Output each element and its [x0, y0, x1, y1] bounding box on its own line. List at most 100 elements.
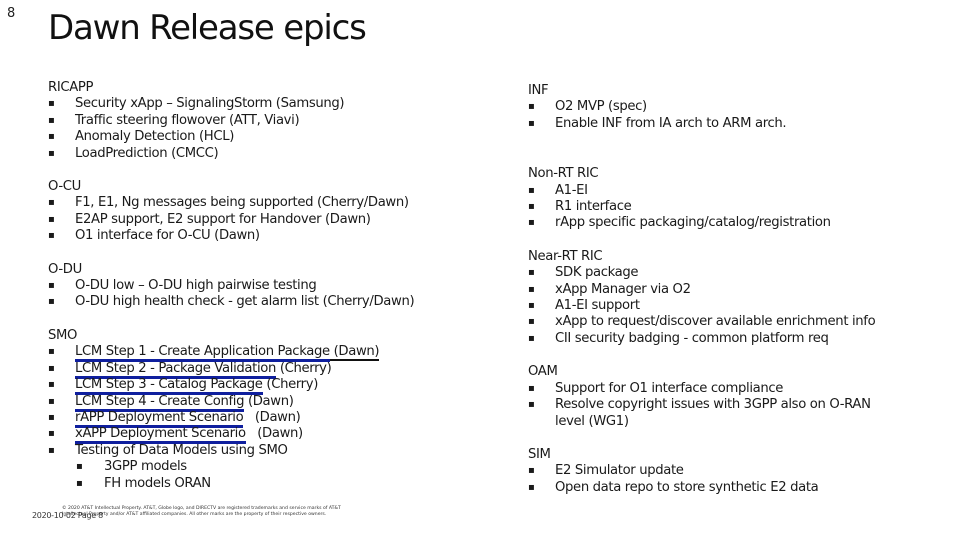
bullet-icon: ▪	[528, 382, 535, 394]
section-near-rt-ric: Near-RT RIC ▪ SDK package ▪ xApp Manager v…	[528, 249, 948, 347]
lcm-step-4-link[interactable]: LCM Step 4 - Create Config	[75, 393, 244, 412]
rapp-deployment-link[interactable]: rAPP Deployment Scenario	[75, 409, 244, 428]
bullet-icon: ▪	[48, 296, 55, 308]
bullet-icon: ▪	[528, 465, 535, 477]
left-column: RICAPP ▪ Security xApp – SignalingStorm (…	[48, 80, 488, 492]
list-item: ▪ Traffic steering flowover (ATT, Viavi)	[48, 113, 488, 129]
lcm-step-2-link[interactable]: LCM Step 2 - Package Validation	[75, 360, 276, 379]
sub-list-item: ▪ FH models ORAN	[48, 476, 488, 492]
list-item: ▪ Resolve copyright issues with 3GPP also…	[528, 397, 875, 430]
section-title: RICAPP	[48, 80, 94, 95]
bullet-icon: ▪	[48, 230, 55, 242]
lcm-step-3-link[interactable]: LCM Step 3 - Catalog Package	[75, 377, 263, 396]
section-title: OAM	[528, 364, 558, 380]
section-title: O-DU	[48, 261, 82, 277]
list-item: ▪ Support for O1 interface compliance	[528, 381, 948, 397]
bullet-icon: ▪	[528, 117, 535, 129]
bullet-icon: ▪	[48, 131, 55, 143]
list-item: ▪ E2 Simulator update	[528, 463, 948, 479]
section-sim: SIM ▪ E2 Simulator update ▪ Open data repo…	[528, 447, 948, 496]
bullet-icon: ▪	[48, 280, 55, 292]
item-text: LoadPrediction (CMCC)	[75, 145, 219, 161]
item-text: xApp to request/discover available enric…	[555, 314, 876, 330]
list-item: ▪ E2AP support, E2 support for Handover (…	[48, 212, 488, 228]
item-text: O1 interface for O-CU (Dawn)	[75, 228, 260, 244]
page-number: 8	[7, 6, 16, 21]
list-item: ▪ LCM Step 2 - Package Validation (Cherry…	[48, 360, 488, 379]
bullet-icon: ▪	[48, 147, 55, 159]
bullet-icon: ▪	[528, 399, 535, 411]
item-text: R1 interface	[555, 199, 632, 215]
list-item: ▪ Testing of Data Models using SMO	[48, 443, 488, 459]
item-suffix: (Cherry)	[276, 360, 332, 376]
section-oam: OAM ▪ Support for O1 interface compliance…	[528, 364, 948, 430]
item-text: F1, E1, Ng messages being supported (Che…	[75, 195, 409, 211]
list-item: ▪ SDK package	[528, 265, 948, 281]
list-item: ▪ LCM Step 4 - Create Config (Dawn)	[48, 393, 488, 412]
item-suffix: (Dawn)	[329, 344, 380, 362]
section-title: Non-RT RIC	[528, 166, 599, 182]
list-item: ▪ O-DU low – O-DU high pairwise testing	[48, 278, 488, 294]
bullet-icon: ▪	[48, 346, 55, 358]
bullet-icon: ▪	[76, 477, 83, 489]
bullet-icon: ▪	[528, 184, 535, 196]
list-item: ▪ Security xApp – SignalingStorm (Samsung…	[48, 96, 488, 112]
list-item: ▪ LCM Step 1 - Create Application Package…	[48, 344, 488, 363]
item-text: Anomaly Detection (HCL)	[75, 129, 235, 145]
list-item: ▪ LCM Step 3 - Catalog Package (Cherry)	[48, 377, 488, 396]
list-item: ▪ xApp to request/discover available enri…	[528, 314, 948, 330]
item-text: E2AP support, E2 support for Handover (D…	[75, 211, 371, 227]
list-item: ▪ A1-EI support	[528, 298, 948, 314]
bullet-icon: ▪	[48, 197, 55, 209]
item-suffix: (Dawn)	[243, 409, 301, 425]
item-text: 3GPP models	[104, 459, 187, 475]
item-text: Resolve copyright issues with 3GPP also …	[555, 397, 871, 429]
list-item: ▪ R1 interface	[528, 199, 948, 215]
footer-date-page: 2020-10-02 Page 8	[32, 511, 103, 520]
list-item: ▪ xApp Manager via O2	[528, 282, 948, 298]
item-suffix: (Cherry)	[262, 377, 319, 393]
section-o-du: O-DU ▪ O-DU low – O-DU high pairwise test…	[48, 262, 488, 311]
item-text: rApp specific packaging/catalog/registra…	[555, 215, 831, 231]
section-non-rt-ric: Non-RT RIC ▪ A1-EI ▪ R1 interface ▪ rApp sp…	[528, 166, 948, 232]
item-text: FH models ORAN	[104, 475, 211, 491]
section-o-cu: O-CU ▪ F1, E1, Ng messages being supporte…	[48, 179, 488, 245]
section-title: SMO	[48, 327, 78, 343]
right-column: INF ▪ O2 MVP (spec) ▪ Enable INF from IA a…	[528, 83, 948, 496]
bullet-icon: ▪	[48, 379, 55, 391]
bullet-icon: ▪	[48, 114, 55, 126]
bullet-icon: ▪	[528, 283, 535, 295]
bullet-icon: ▪	[528, 300, 535, 312]
list-item: ▪ rApp specific packaging/catalog/registr…	[528, 215, 948, 231]
list-item: ▪ O1 interface for O-CU (Dawn)	[48, 228, 488, 244]
item-text: Open data repo to store synthetic E2 dat…	[555, 479, 819, 495]
item-suffix: (Dawn)	[244, 393, 294, 409]
section-title: INF	[528, 83, 549, 98]
section-title: SIM	[528, 446, 551, 462]
section-title: O-CU	[48, 179, 81, 195]
xapp-deployment-link[interactable]: xAPP Deployment Scenario	[75, 426, 246, 445]
bullet-icon: ▪	[528, 481, 535, 493]
slide-title: Dawn Release epics	[48, 8, 367, 48]
bullet-icon: ▪	[48, 98, 55, 110]
list-item: ▪ F1, E1, Ng messages being supported (Ch…	[48, 195, 488, 211]
bullet-icon: ▪	[48, 362, 55, 374]
bullet-icon: ▪	[528, 332, 535, 344]
list-item: ▪ Enable INF from IA arch to ARM arch.	[528, 116, 948, 132]
footer-legal-notice: © 2020 AT&T Intellectual Property. AT&T,…	[62, 506, 341, 517]
section-inf: INF ▪ O2 MVP (spec) ▪ Enable INF from IA a…	[528, 83, 948, 132]
list-item: ▪ CII security badging - common platform …	[528, 331, 948, 347]
item-text: A1-EI support	[555, 298, 640, 314]
list-item: ▪ LoadPrediction (CMCC)	[48, 146, 488, 162]
bullet-icon: ▪	[528, 201, 535, 213]
list-item: ▪ rAPP Deployment Scenario (Dawn)	[48, 409, 488, 428]
bullet-icon: ▪	[528, 101, 535, 113]
bullet-icon: ▪	[76, 461, 83, 473]
lcm-step-1-link[interactable]: LCM Step 1 - Create Application Package	[75, 344, 330, 363]
item-text: O-DU high health check - get alarm list …	[75, 294, 415, 310]
bullet-icon: ▪	[48, 213, 55, 225]
item-suffix: (Dawn)	[245, 426, 303, 442]
list-item: ▪ xAPP Deployment Scenario (Dawn)	[48, 426, 488, 445]
bullet-icon: ▪	[48, 395, 55, 407]
list-item: ▪ Open data repo to store synthetic E2 da…	[528, 480, 948, 496]
